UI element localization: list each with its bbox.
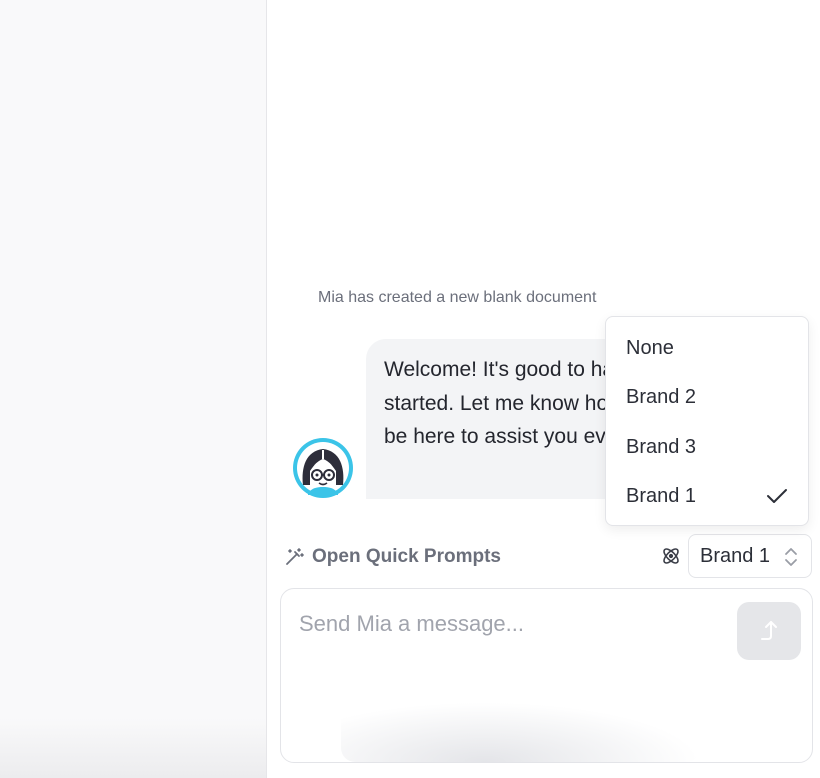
- app-root: Mia has created a new blank document Wel…: [0, 0, 820, 778]
- brand-option-label: Brand 2: [626, 385, 697, 408]
- brand-option-brand-1[interactable]: Brand 1: [606, 476, 808, 516]
- atom-icon[interactable]: [659, 544, 683, 568]
- brand-option-label: Brand 3: [626, 435, 697, 458]
- sidebar-bottom-shade: [0, 718, 266, 778]
- chevron-up-down-icon: [783, 545, 799, 575]
- brand-option-label: Brand 1: [626, 484, 697, 507]
- brand-option-none[interactable]: None: [606, 328, 808, 368]
- magic-wand-icon: [284, 547, 304, 567]
- send-button[interactable]: [737, 602, 801, 660]
- brand-option-label: None: [626, 336, 674, 359]
- brand-option-brand-2[interactable]: Brand 2: [606, 377, 808, 417]
- mia-avatar-icon: [292, 437, 354, 499]
- brand-select-value: Brand 1: [700, 544, 771, 567]
- composer-glow: [341, 702, 701, 762]
- message-composer: [280, 588, 813, 763]
- brand-option-brand-3[interactable]: Brand 3: [606, 427, 808, 467]
- brand-dropdown-menu: None Brand 2 Brand 3 Brand 1: [605, 316, 809, 526]
- open-quick-prompts-label: Open Quick Prompts: [312, 546, 501, 567]
- brand-select[interactable]: Brand 1: [688, 534, 812, 578]
- open-quick-prompts-button[interactable]: Open Quick Prompts: [284, 543, 501, 571]
- left-sidebar: [0, 0, 267, 778]
- check-icon: [766, 486, 788, 512]
- system-note: Mia has created a new blank document: [318, 289, 597, 306]
- message-input[interactable]: [299, 611, 719, 637]
- send-arrow-icon: [756, 617, 782, 646]
